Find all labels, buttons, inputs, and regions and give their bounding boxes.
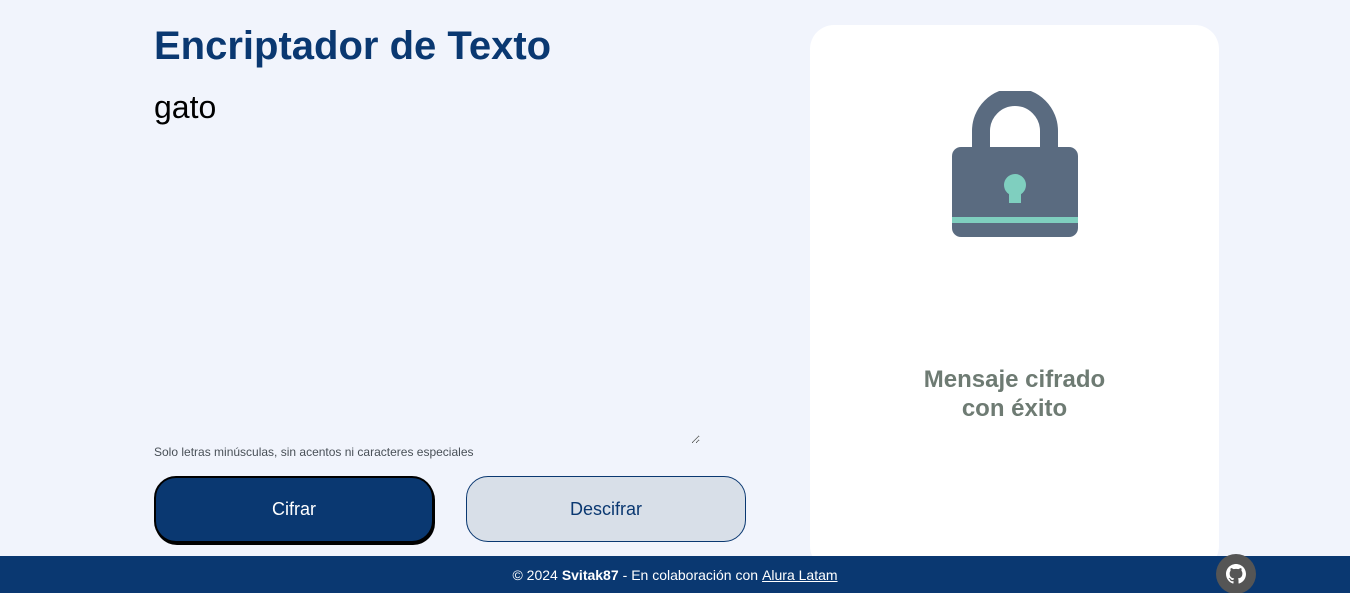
page-title: Encriptador de Texto bbox=[154, 24, 552, 68]
page: Encriptador de Texto gato Solo letras mi… bbox=[0, 0, 1350, 593]
result-message-line2: con éxito bbox=[961, 395, 1068, 422]
text-input[interactable]: gato bbox=[154, 88, 700, 444]
copyright-text: © 2024 bbox=[512, 566, 558, 583]
result-message: Mensaje cifrado con éxito bbox=[810, 365, 1219, 423]
author-name: Svitak87 bbox=[561, 566, 619, 583]
result-message-line1: Mensaje cifrado bbox=[923, 366, 1106, 393]
encrypt-button[interactable]: Cifrar bbox=[154, 476, 434, 543]
collab-text: - En colaboración con bbox=[622, 566, 759, 583]
alura-link[interactable]: Alura Latam bbox=[762, 567, 837, 583]
input-hint: Solo letras minúsculas, sin acentos ni c… bbox=[154, 445, 474, 459]
lock-icon bbox=[952, 91, 1078, 237]
github-icon bbox=[1226, 564, 1246, 584]
result-panel: Mensaje cifrado con éxito bbox=[810, 25, 1219, 570]
footer: © 2024 Svitak87 - En colaboración con Al… bbox=[0, 556, 1350, 593]
github-button[interactable] bbox=[1216, 554, 1256, 593]
decrypt-button[interactable]: Descifrar bbox=[466, 476, 746, 542]
